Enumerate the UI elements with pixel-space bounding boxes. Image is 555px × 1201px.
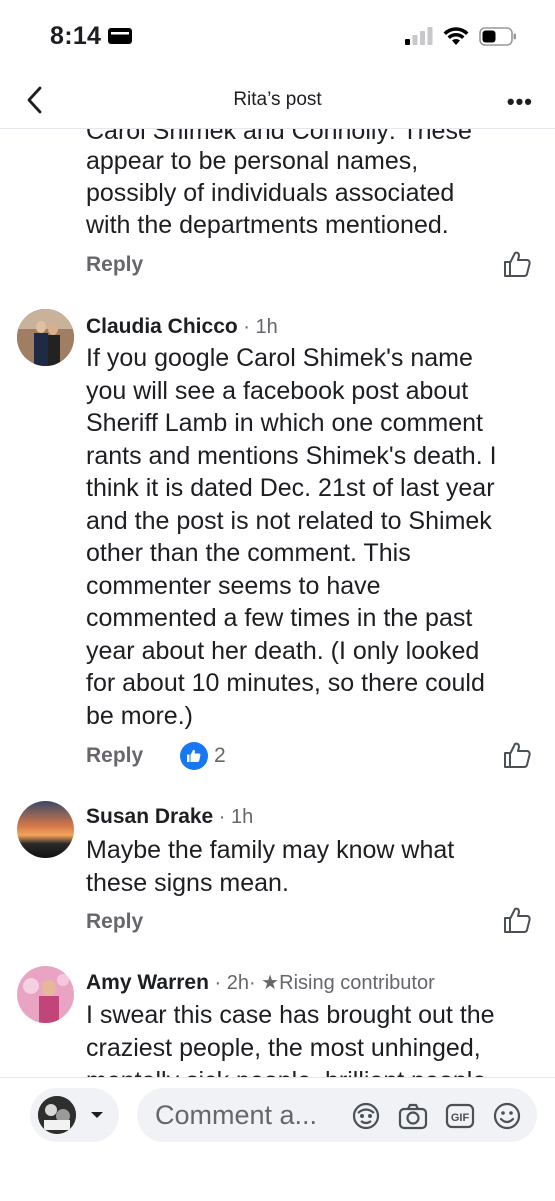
comment-line: think it is dated Dec. 21st of last year bbox=[86, 474, 495, 502]
like-icon[interactable] bbox=[502, 249, 532, 279]
comment-input-placeholder: Comment a... bbox=[155, 1100, 318, 1130]
comment-time: 1h bbox=[255, 316, 278, 338]
author-name[interactable]: Amy Warren bbox=[86, 971, 209, 994]
comment-line: mentally sick people, brilliant people bbox=[86, 1065, 541, 1077]
status-time: 8:14 bbox=[50, 22, 102, 50]
reply-button[interactable]: Reply bbox=[86, 744, 143, 768]
comment-partial-line-1: appear to be personal names, bbox=[86, 147, 419, 175]
comment-line: for about 10 minutes, so there could bbox=[86, 669, 485, 697]
avatar-photo-icon bbox=[17, 966, 74, 1023]
comment-line: these signs mean. bbox=[86, 869, 289, 897]
comment-line: rants and mentions Shimek's death. I bbox=[86, 442, 497, 470]
reaction-summary[interactable]: 2 bbox=[180, 742, 226, 770]
comment-header: Claudia Chicco · 1h bbox=[86, 315, 278, 339]
avatar[interactable] bbox=[17, 801, 74, 858]
header-title: Rita’s post bbox=[233, 89, 322, 110]
comment-composer: Comment a... GIF bbox=[0, 1077, 555, 1201]
separator: · bbox=[208, 972, 227, 994]
avatar-sunset-photo-icon bbox=[17, 801, 74, 858]
comment-line: and the post is not related to Shimek bbox=[86, 507, 492, 535]
avatar-sticker-icon[interactable] bbox=[350, 1101, 382, 1131]
comments-feed[interactable]: Carol Shimek and Connolly: These appear … bbox=[0, 129, 555, 1077]
comment-time: 2h· bbox=[226, 972, 256, 994]
wifi-icon bbox=[443, 27, 469, 45]
separator: · bbox=[213, 806, 232, 828]
comment-input[interactable]: Comment a... GIF bbox=[137, 1088, 537, 1142]
comment-time: 1h bbox=[231, 806, 254, 828]
comment-line: Sheriff Lamb in which one comment bbox=[86, 409, 483, 437]
separator: · bbox=[237, 316, 256, 338]
comment-header: Amy Warren · 2h· ★Rising contributor bbox=[86, 970, 435, 995]
like-icon[interactable] bbox=[502, 905, 532, 935]
comment-line: craziest people, the most unhinged, bbox=[86, 1034, 481, 1062]
battery-icon bbox=[479, 26, 516, 46]
author-name[interactable]: Claudia Chicco bbox=[86, 315, 238, 338]
avatar[interactable] bbox=[17, 309, 74, 366]
avatar-photo-icon bbox=[17, 309, 74, 366]
comment-line: year about her death. (I only looked bbox=[86, 637, 480, 665]
comment-partial-line-2: possibly of individuals associated bbox=[86, 179, 455, 207]
comment-line: Maybe the family may know what bbox=[86, 836, 455, 864]
like-count: 2 bbox=[214, 744, 226, 767]
comment-line: be more.) bbox=[86, 702, 193, 730]
comment-line: I swear this case has brought out the bbox=[86, 1001, 495, 1029]
comment-line: other than the comment. This bbox=[86, 539, 411, 567]
comment-line: commenter seems to have bbox=[86, 572, 381, 600]
more-options-icon[interactable]: ••• bbox=[507, 89, 533, 115]
avatar[interactable] bbox=[17, 966, 74, 1023]
status-bar: 8:14 bbox=[0, 0, 555, 75]
camera-icon[interactable] bbox=[397, 1101, 429, 1131]
profile-photo-icon bbox=[38, 1096, 76, 1134]
emoji-icon[interactable] bbox=[491, 1101, 523, 1131]
reply-button[interactable]: Reply bbox=[86, 910, 143, 934]
author-name[interactable]: Susan Drake bbox=[86, 805, 213, 828]
comment-line: you will see a facebook post about bbox=[86, 377, 469, 405]
like-reaction-icon bbox=[180, 742, 208, 770]
cellular-signal-icon bbox=[405, 27, 433, 45]
comment-line: If you google Carol Shimek's name bbox=[86, 344, 473, 372]
contributor-badge: Rising contributor bbox=[279, 972, 435, 994]
like-icon[interactable] bbox=[502, 740, 532, 770]
chevron-down-icon bbox=[91, 1112, 103, 1118]
star-icon: ★ bbox=[255, 972, 280, 994]
composer-tools: GIF bbox=[350, 1101, 523, 1131]
comment-partial-line-3: with the departments mentioned. bbox=[86, 211, 449, 239]
svg-text:GIF: GIF bbox=[451, 1112, 470, 1124]
reply-button[interactable]: Reply bbox=[86, 253, 143, 277]
profile-switcher[interactable] bbox=[30, 1088, 119, 1142]
id-card-icon bbox=[108, 28, 132, 44]
post-header: Rita’s post ••• bbox=[0, 75, 555, 129]
gif-icon[interactable]: GIF bbox=[444, 1101, 476, 1131]
comment-line: commented a few times in the past bbox=[86, 604, 473, 632]
comment-header: Susan Drake · 1h bbox=[86, 805, 253, 829]
avatar bbox=[38, 1096, 76, 1134]
